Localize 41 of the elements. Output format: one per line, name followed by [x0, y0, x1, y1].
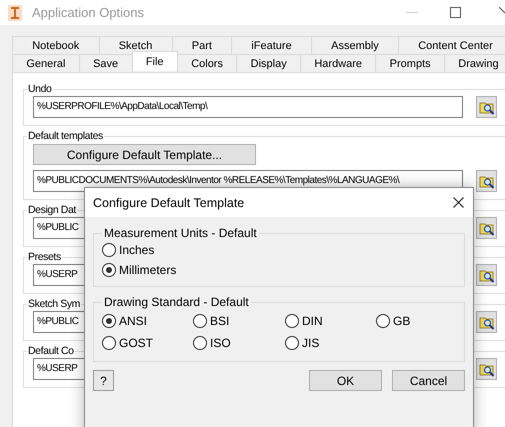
browse-button[interactable]	[476, 264, 497, 286]
group-label: Sketch Sym	[27, 298, 82, 310]
window-title: Application Options	[32, 5, 144, 20]
configure-button[interactable]: Configure Default Template...	[33, 144, 256, 165]
tab[interactable]: General	[12, 54, 80, 72]
group-label: Undo	[27, 83, 53, 95]
radio-option[interactable]: ISO	[193, 335, 285, 351]
radio-option[interactable]: Inches	[102, 242, 456, 258]
group-label: Drawing Standard - Default	[103, 295, 250, 309]
browse-button[interactable]	[476, 358, 497, 380]
radio-option[interactable]: BSI	[193, 313, 285, 329]
radio-option[interactable]: Millimeters	[102, 262, 456, 278]
dialog-title: Configure Default Template	[93, 196, 244, 210]
browse-button[interactable]	[476, 170, 497, 192]
radio-option[interactable]: ANSI	[102, 313, 193, 329]
maximize-icon[interactable]	[450, 7, 461, 18]
tab[interactable]: Save	[78, 54, 132, 72]
group-label: Measurement Units - Default	[103, 226, 258, 240]
group-label: Presets	[27, 251, 62, 263]
tab[interactable]: Display	[236, 54, 302, 72]
tab[interactable]: Assembly	[310, 36, 399, 54]
help-button[interactable]: ?	[93, 370, 114, 391]
tab[interactable]: Notebook	[12, 36, 100, 54]
path-field[interactable]: %USERPROFILE%\AppData\Local\Temp\	[33, 96, 463, 118]
browse-button[interactable]	[476, 96, 497, 118]
browse-button[interactable]	[476, 311, 497, 333]
group-label: Default Co	[27, 345, 75, 357]
radio-option[interactable]: GOST	[102, 335, 193, 351]
tab[interactable]: File	[132, 51, 178, 71]
group-label: Design Dat	[27, 204, 77, 216]
tab[interactable]: Drawing	[444, 54, 505, 72]
radio-option[interactable]: GB	[376, 313, 456, 329]
group-label: Default templates	[27, 130, 104, 142]
dialog-button[interactable]: Cancel	[392, 370, 465, 391]
dialog-button[interactable]: OK	[309, 370, 382, 391]
tab[interactable]: Prompts	[375, 54, 445, 72]
radio-option[interactable]: DIN	[285, 313, 376, 329]
app-logo-icon	[8, 4, 22, 20]
tab[interactable]: Colors	[176, 54, 238, 72]
radio-option[interactable]: JIS	[285, 335, 376, 351]
browse-button[interactable]	[476, 217, 497, 239]
